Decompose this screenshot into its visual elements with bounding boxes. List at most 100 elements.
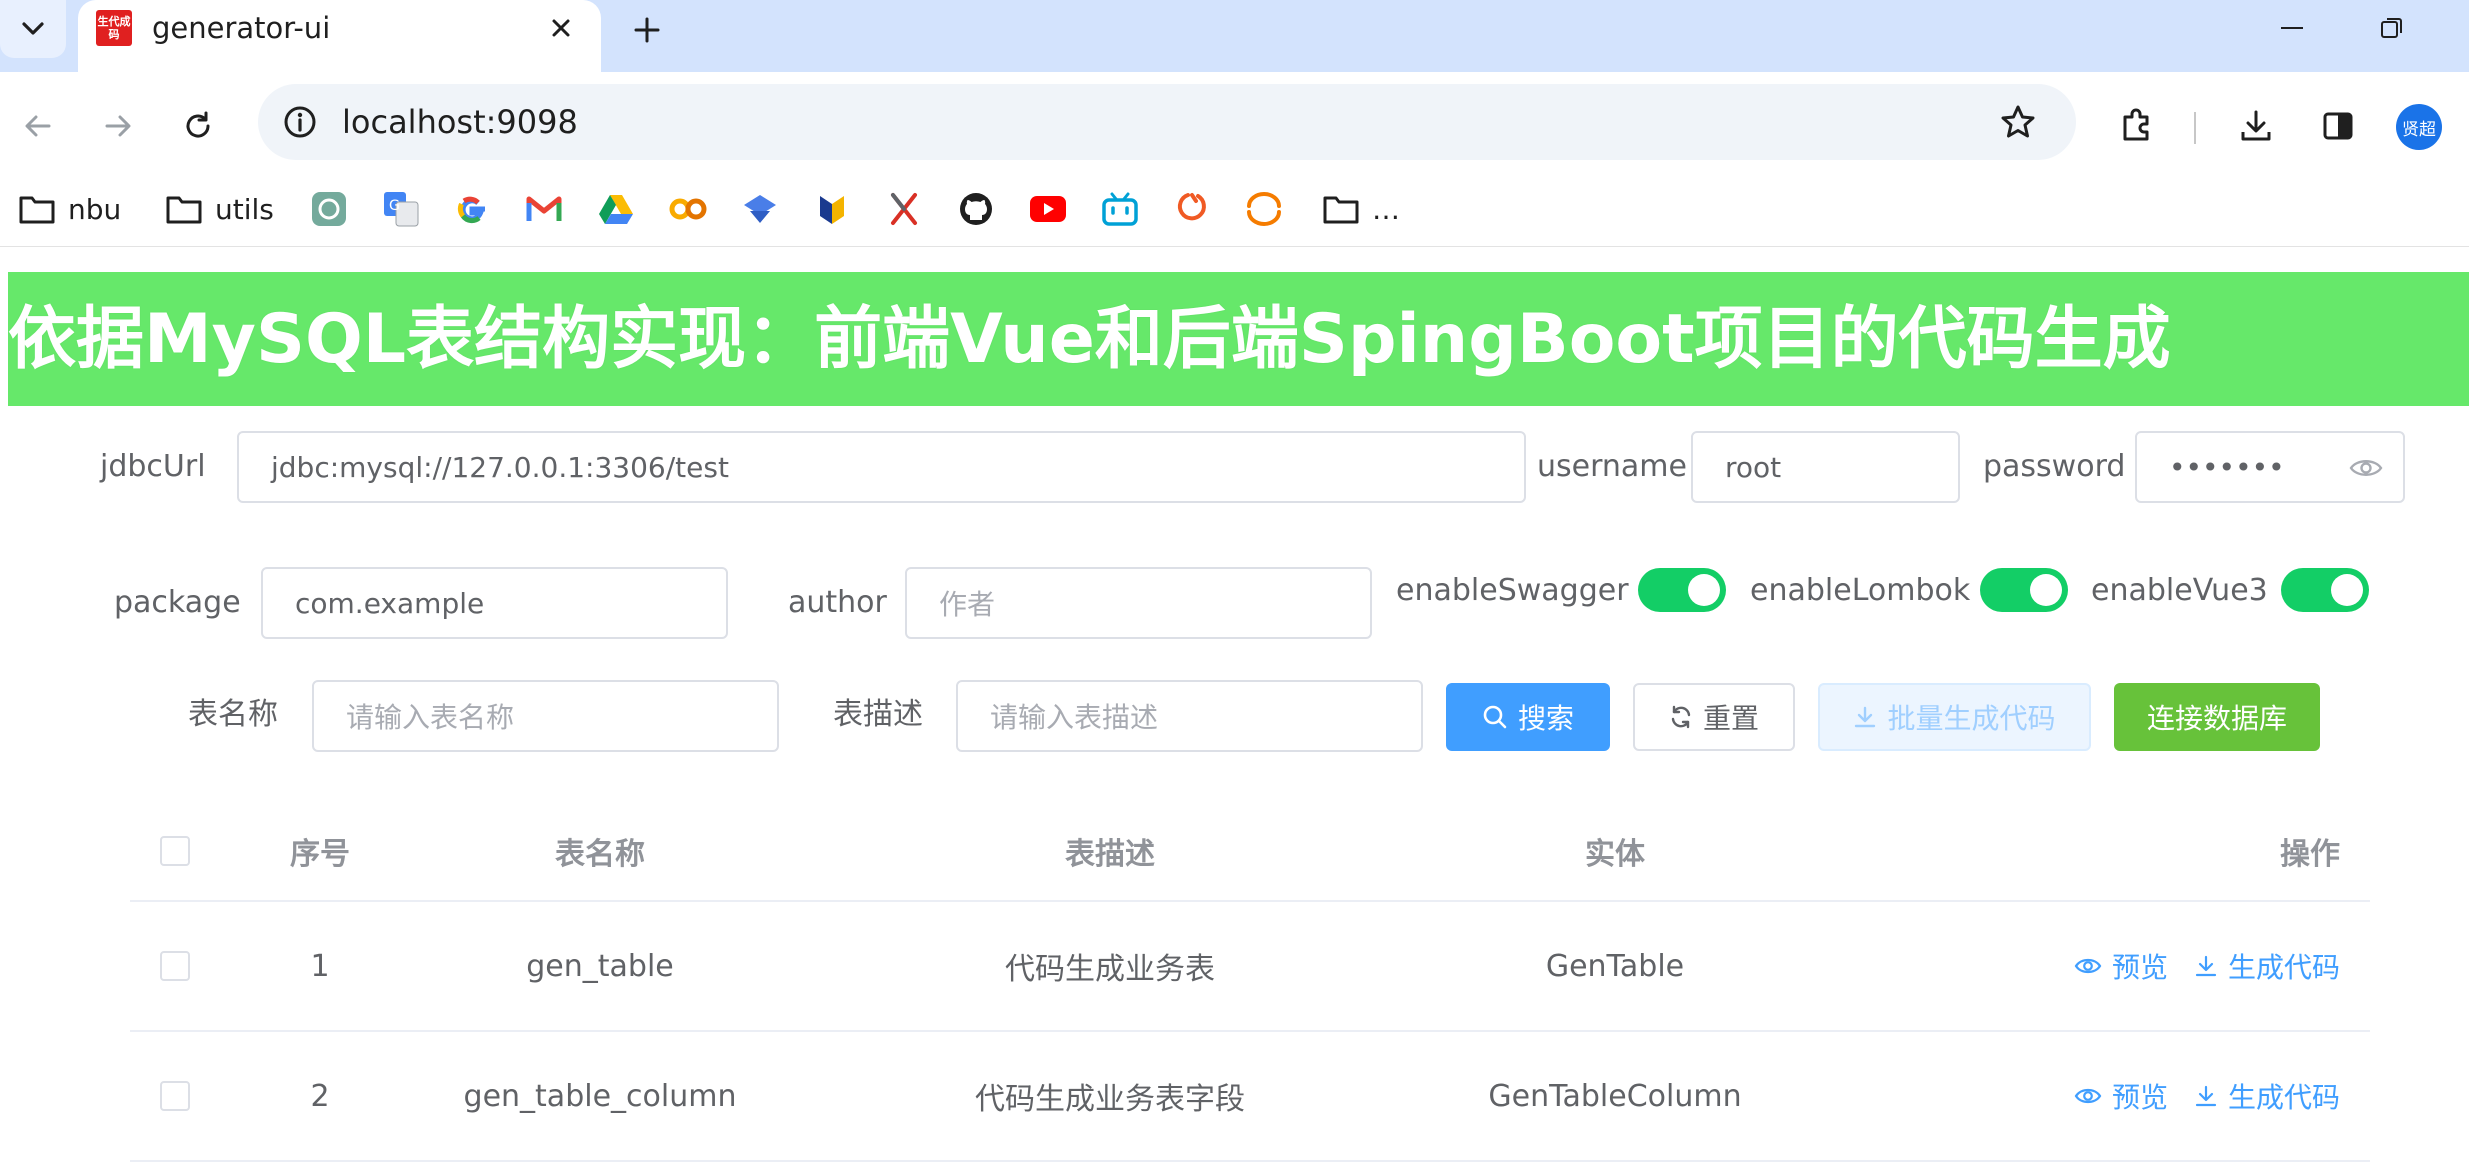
profile-avatar[interactable]: 贤超 bbox=[2396, 104, 2442, 150]
bookmark-star-icon[interactable] bbox=[1996, 100, 2040, 144]
eye-icon[interactable] bbox=[2349, 453, 2383, 483]
tab-title: generator-ui bbox=[152, 11, 331, 45]
download-icon bbox=[2195, 955, 2217, 977]
header-table-desc[interactable]: 表描述 bbox=[800, 802, 1420, 900]
table-desc-label: 表描述 bbox=[833, 697, 923, 732]
bookmark-google[interactable] bbox=[453, 185, 491, 233]
address-bar[interactable]: localhost:9098 bbox=[258, 84, 2076, 160]
page-title: 依据MySQL表结构实现：前端Vue和后端SpingBoot项目的代码生成 bbox=[8, 300, 2171, 379]
generate-code-link[interactable]: 生成代码 bbox=[2194, 1076, 2340, 1116]
favicon-icon: 生代成码 bbox=[96, 10, 132, 46]
forward-button[interactable] bbox=[92, 100, 144, 152]
batch-generate-button[interactable]: 批量生成代码 bbox=[1818, 683, 2091, 751]
username-input[interactable]: root bbox=[1691, 431, 1960, 503]
enable-swagger-switch[interactable] bbox=[1638, 568, 1726, 612]
tab-search-button[interactable] bbox=[0, 0, 66, 58]
password-label: password bbox=[1983, 449, 2126, 484]
bookmark-google-drive[interactable] bbox=[597, 185, 635, 233]
enable-vue3-switch[interactable] bbox=[2281, 568, 2369, 612]
search-icon bbox=[1483, 705, 1507, 729]
reload-icon bbox=[186, 111, 210, 138]
new-tab-button[interactable] bbox=[625, 8, 669, 52]
colab-icon bbox=[669, 190, 707, 228]
row-operations: 预览 生成代码 bbox=[1810, 1032, 2340, 1160]
folder-icon bbox=[1322, 190, 1360, 228]
site-info-icon[interactable] bbox=[280, 102, 320, 142]
jdbc-url-input[interactable]: jdbc:mysql://127.0.0.1:3306/test bbox=[237, 431, 1526, 503]
bookmark-label: nbu bbox=[68, 192, 122, 226]
bookmark-app[interactable] bbox=[885, 185, 923, 233]
reset-button[interactable]: 重置 bbox=[1633, 683, 1795, 751]
bookmark-app[interactable] bbox=[1245, 185, 1283, 233]
bilibili-icon bbox=[1101, 190, 1139, 228]
enable-lombok-switch[interactable] bbox=[1980, 568, 2068, 612]
table-row: 2 gen_table_column 代码生成业务表字段 GenTableCol… bbox=[130, 1032, 2370, 1162]
bookmark-folder-more[interactable]: … bbox=[1322, 185, 1400, 233]
row-select-cell bbox=[150, 902, 200, 1030]
preview-link[interactable]: 预览 bbox=[2074, 1076, 2168, 1116]
select-all-checkbox[interactable] bbox=[160, 836, 190, 866]
search-button[interactable]: 搜索 bbox=[1446, 683, 1610, 751]
window-restore-button[interactable] bbox=[2370, 8, 2414, 48]
preview-link[interactable]: 预览 bbox=[2074, 946, 2168, 986]
page-banner: 依据MySQL表结构实现：前端Vue和后端SpingBoot项目的代码生成 bbox=[8, 272, 2469, 406]
bookmark-app[interactable] bbox=[1173, 185, 1211, 233]
google-icon bbox=[453, 190, 491, 228]
folder-icon bbox=[165, 190, 203, 228]
extensions-icon[interactable] bbox=[2110, 100, 2162, 152]
bookmark-folder-utils[interactable]: utils bbox=[165, 185, 274, 233]
table-desc-input[interactable]: 请输入表描述 bbox=[956, 680, 1423, 752]
table-name-input[interactable]: 请输入表名称 bbox=[312, 680, 779, 752]
bookmark-label: utils bbox=[215, 192, 274, 226]
author-input[interactable]: 作者 bbox=[905, 567, 1372, 639]
bookmark-bilibili[interactable] bbox=[1101, 185, 1139, 233]
row-select-cell bbox=[150, 1032, 200, 1160]
username-label: username bbox=[1537, 449, 1687, 484]
generate-code-label: 生成代码 bbox=[2227, 1081, 2340, 1114]
chevron-down-icon bbox=[22, 22, 44, 35]
bookmark-gmail[interactable] bbox=[525, 185, 563, 233]
row-checkbox[interactable] bbox=[160, 951, 190, 981]
bookmarks-bar: nbu utils G … bbox=[0, 177, 2469, 247]
svg-text:G: G bbox=[389, 198, 400, 214]
window-minimize-button[interactable] bbox=[2270, 8, 2314, 48]
refresh-icon bbox=[1671, 705, 1691, 729]
bookmark-app-icon bbox=[813, 190, 851, 228]
bookmark-youtube[interactable] bbox=[1029, 185, 1067, 233]
select-all-cell bbox=[150, 802, 200, 900]
bookmark-colab[interactable] bbox=[669, 185, 707, 233]
enable-vue3-label: enableVue3 bbox=[2091, 573, 2268, 608]
url-text[interactable]: localhost:9098 bbox=[342, 102, 578, 142]
browser-tabbar: 生代成码 generator-ui bbox=[0, 0, 2469, 72]
table-header: 序号 表名称 表描述 实体 操作 bbox=[130, 802, 2370, 902]
back-button[interactable] bbox=[12, 100, 64, 152]
password-input[interactable]: ••••••• bbox=[2135, 431, 2405, 503]
row-index: 1 bbox=[310, 948, 330, 984]
download-icon[interactable] bbox=[2230, 100, 2282, 152]
minimize-icon bbox=[2281, 27, 2303, 29]
header-entity[interactable]: 实体 bbox=[1420, 802, 1810, 900]
bookmark-folder-nbu[interactable]: nbu bbox=[18, 185, 121, 233]
bookmark-label: … bbox=[1372, 192, 1400, 226]
eye-icon bbox=[2074, 1088, 2102, 1104]
side-panel-icon[interactable] bbox=[2312, 100, 2364, 152]
tab-close-button[interactable] bbox=[543, 10, 579, 46]
connect-database-button[interactable]: 连接数据库 bbox=[2114, 683, 2320, 751]
bookmark-google-translate[interactable]: G bbox=[382, 185, 420, 233]
bookmark-app[interactable] bbox=[813, 185, 851, 233]
row-table-desc: 代码生成业务表字段 bbox=[975, 1082, 1245, 1117]
connect-database-label: 连接数据库 bbox=[2146, 702, 2287, 735]
row-index: 2 bbox=[310, 1078, 330, 1114]
browser-tab[interactable]: 生代成码 generator-ui bbox=[78, 0, 601, 72]
bookmark-github[interactable] bbox=[957, 185, 995, 233]
reload-button[interactable] bbox=[172, 100, 224, 152]
header-table-name[interactable]: 表名称 bbox=[400, 802, 800, 900]
bookmark-chatgpt[interactable] bbox=[310, 185, 348, 233]
row-checkbox[interactable] bbox=[160, 1081, 190, 1111]
bookmark-app[interactable] bbox=[741, 185, 779, 233]
close-icon bbox=[552, 19, 570, 37]
package-input[interactable]: com.example bbox=[261, 567, 728, 639]
row-table-desc: 代码生成业务表 bbox=[1005, 952, 1215, 987]
generate-code-link[interactable]: 生成代码 bbox=[2194, 946, 2340, 986]
toolbar-separator bbox=[2194, 112, 2196, 144]
